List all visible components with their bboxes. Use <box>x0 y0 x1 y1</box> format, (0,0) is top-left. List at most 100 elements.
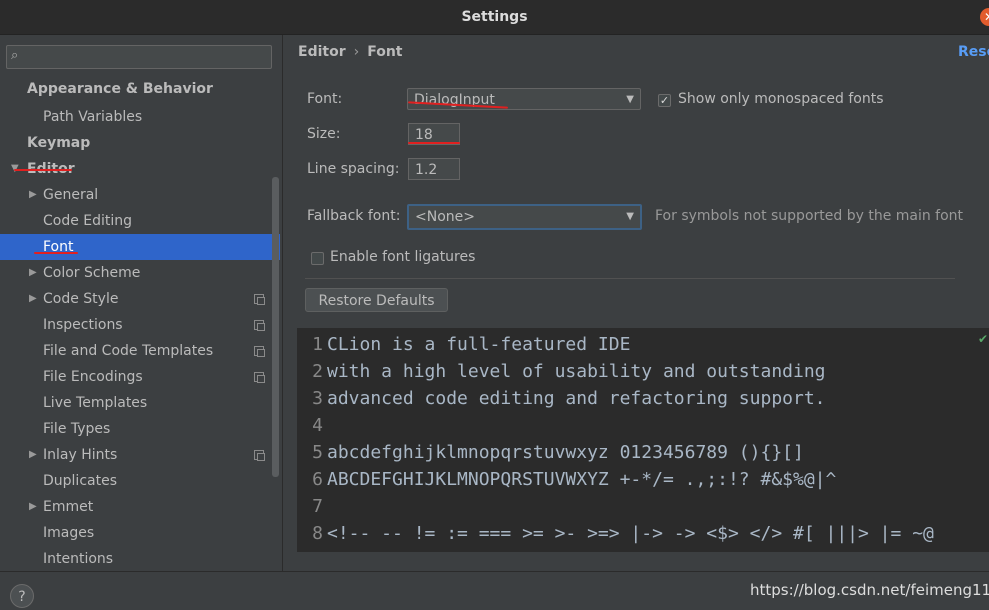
help-button[interactable]: ? <box>10 584 34 608</box>
sidebar-item-label: Appearance & Behavior <box>27 81 213 97</box>
collapsed-arrow-icon[interactable]: ▶ <box>29 182 37 208</box>
annotation-underline <box>34 252 78 254</box>
collapsed-arrow-icon[interactable]: ▶ <box>29 286 37 312</box>
dropdown-arrow-icon: ▼ <box>626 211 634 222</box>
monospaced-label: Show only monospaced fonts <box>678 91 884 107</box>
line-text: CLion is a full-featured IDE <box>327 334 631 355</box>
sidebar-item-label: Live Templates <box>43 395 148 411</box>
fallback-font-combobox[interactable]: <None> ▼ <box>407 204 642 230</box>
sidebar-item-inspections[interactable]: Inspections <box>0 312 280 338</box>
sidebar-item-label: Keymap <box>27 135 91 151</box>
annotation-underline <box>14 169 72 171</box>
size-label: Size: <box>307 126 341 142</box>
dropdown-arrow-icon: ▼ <box>626 94 634 105</box>
sidebar-item-code-style[interactable]: ▶ Code Style <box>0 286 280 312</box>
sidebar-item-code-editing[interactable]: Code Editing <box>0 208 280 234</box>
sidebar-item-label: Code Style <box>43 291 119 307</box>
sidebar-item-file-encodings[interactable]: File Encodings <box>0 364 280 390</box>
sidebar-item-images[interactable]: Images <box>0 520 280 546</box>
preview-line: 3 advanced code editing and refactoring s… <box>297 385 826 412</box>
sidebar-item-label: Inlay Hints <box>43 447 118 463</box>
line-text: advanced code editing and refactoring su… <box>327 388 826 409</box>
sidebar-item-label: Images <box>43 525 95 541</box>
sidebar-item-label: Inspections <box>43 317 123 333</box>
sidebar-item-label: File and Code Templates <box>43 343 214 359</box>
sidebar-item-appearance[interactable]: Appearance & Behavior <box>0 76 280 102</box>
line-number: 3 <box>312 388 323 409</box>
search-input[interactable]: ⌕ <box>6 45 272 69</box>
line-spacing-label: Line spacing: <box>307 161 400 177</box>
project-copy-icon <box>254 346 265 357</box>
line-number: 7 <box>312 496 323 517</box>
sidebar-item-emmet[interactable]: ▶ Emmet <box>0 494 280 520</box>
collapsed-arrow-icon[interactable]: ▶ <box>29 260 37 286</box>
ligatures-checkbox[interactable] <box>311 252 324 265</box>
line-number: 4 <box>312 415 323 436</box>
fallback-hint: For symbols not supported by the main fo… <box>655 208 964 224</box>
settings-sidebar: ⌕ Appearance & Behavior Path Variables K… <box>0 35 283 571</box>
annotation-underline <box>408 142 460 144</box>
sidebar-item-label: Intentions <box>43 551 114 567</box>
restore-defaults-button[interactable]: Restore Defaults <box>305 288 448 312</box>
breadcrumb-current: Font <box>367 44 403 60</box>
collapsed-arrow-icon[interactable]: ▶ <box>29 442 37 468</box>
sidebar-item-inlay-hints[interactable]: ▶ Inlay Hints <box>0 442 280 468</box>
sidebar-item-font[interactable]: Font <box>0 234 280 260</box>
font-preview-editor[interactable]: 1 CLion is a full-featured IDE 2 with a hi… <box>297 328 989 552</box>
sidebar-item-path-variables[interactable]: Path Variables <box>0 104 280 130</box>
project-copy-icon <box>254 372 265 383</box>
preview-line: 2 with a high level of usability and outs… <box>297 358 826 385</box>
monospaced-checkbox[interactable]: ✓ <box>658 94 671 107</box>
sidebar-item-label: Duplicates <box>43 473 117 489</box>
sidebar-item-label: General <box>43 187 99 203</box>
sidebar-item-live-templates[interactable]: Live Templates <box>0 390 280 416</box>
breadcrumb-separator: › <box>353 44 360 60</box>
project-copy-icon <box>254 320 265 331</box>
title-bar: Settings ✕ <box>0 0 989 35</box>
fallback-font-label: Fallback font: <box>307 208 401 224</box>
inspection-ok-icon: ✔ <box>978 332 989 346</box>
sidebar-item-label: Path Variables <box>43 109 143 125</box>
preview-line: 6 ABCDEFGHIJKLMNOPQRSTUVWXYZ +-*/= .,;:!?… <box>297 466 836 493</box>
line-number: 1 <box>312 334 323 355</box>
sidebar-scrollbar[interactable] <box>272 177 279 477</box>
collapsed-arrow-icon[interactable]: ▶ <box>29 494 37 520</box>
line-number: 2 <box>312 361 323 382</box>
line-text: with a high level of usability and outst… <box>327 361 826 382</box>
line-text: <!-- -- != := === >= >- >=> |-> -> <$> <… <box>327 523 934 544</box>
project-copy-icon <box>254 294 265 305</box>
sidebar-item-label: Emmet <box>43 499 94 515</box>
sidebar-item-label: File Types <box>43 421 111 437</box>
line-text: abcdefghijklmnopqrstuvwxyz 0123456789 ()… <box>327 442 804 463</box>
preview-line: 5 abcdefghijklmnopqrstuvwxyz 0123456789 (… <box>297 439 804 466</box>
line-spacing-field[interactable]: 1.2 <box>408 158 460 180</box>
sidebar-item-general[interactable]: ▶ General <box>0 182 280 208</box>
reset-link[interactable]: Rese <box>958 44 989 60</box>
project-copy-icon <box>254 450 265 461</box>
sidebar-item-file-code-templates[interactable]: File and Code Templates <box>0 338 280 364</box>
preview-line: 4 <box>297 412 327 439</box>
sidebar-item-intentions[interactable]: Intentions <box>0 546 280 571</box>
watermark-text: https://blog.csdn.net/feimeng116 <box>750 581 989 599</box>
preview-line: 1 CLion is a full-featured IDE <box>297 331 630 358</box>
preview-line: 7 <box>297 493 327 520</box>
sidebar-item-keymap[interactable]: Keymap <box>0 130 280 156</box>
sidebar-item-color-scheme[interactable]: ▶ Color Scheme <box>0 260 280 286</box>
sidebar-item-label: Code Editing <box>43 213 133 229</box>
ligatures-label: Enable font ligatures <box>330 249 476 265</box>
font-label: Font: <box>307 91 343 107</box>
sidebar-item-file-types[interactable]: File Types <box>0 416 280 442</box>
fallback-combobox-value: <None> <box>415 209 475 225</box>
sidebar-item-duplicates[interactable]: Duplicates <box>0 468 280 494</box>
line-text: ABCDEFGHIJKLMNOPQRSTUVWXYZ +-*/= .,;:!? … <box>327 469 837 490</box>
line-number: 6 <box>312 469 323 490</box>
breadcrumb-parent[interactable]: Editor <box>298 44 346 60</box>
divider <box>305 278 955 279</box>
sidebar-item-label: File Encodings <box>43 369 143 385</box>
sidebar-item-label: Color Scheme <box>43 265 141 281</box>
search-icon: ⌕ <box>11 48 19 63</box>
line-number: 8 <box>312 523 323 544</box>
font-combobox[interactable]: DialogInput ▼ <box>407 88 641 110</box>
window-title: Settings <box>461 9 528 25</box>
preview-line: 8 <!-- -- != := === >= >- >=> |-> -> <$> … <box>297 520 934 547</box>
